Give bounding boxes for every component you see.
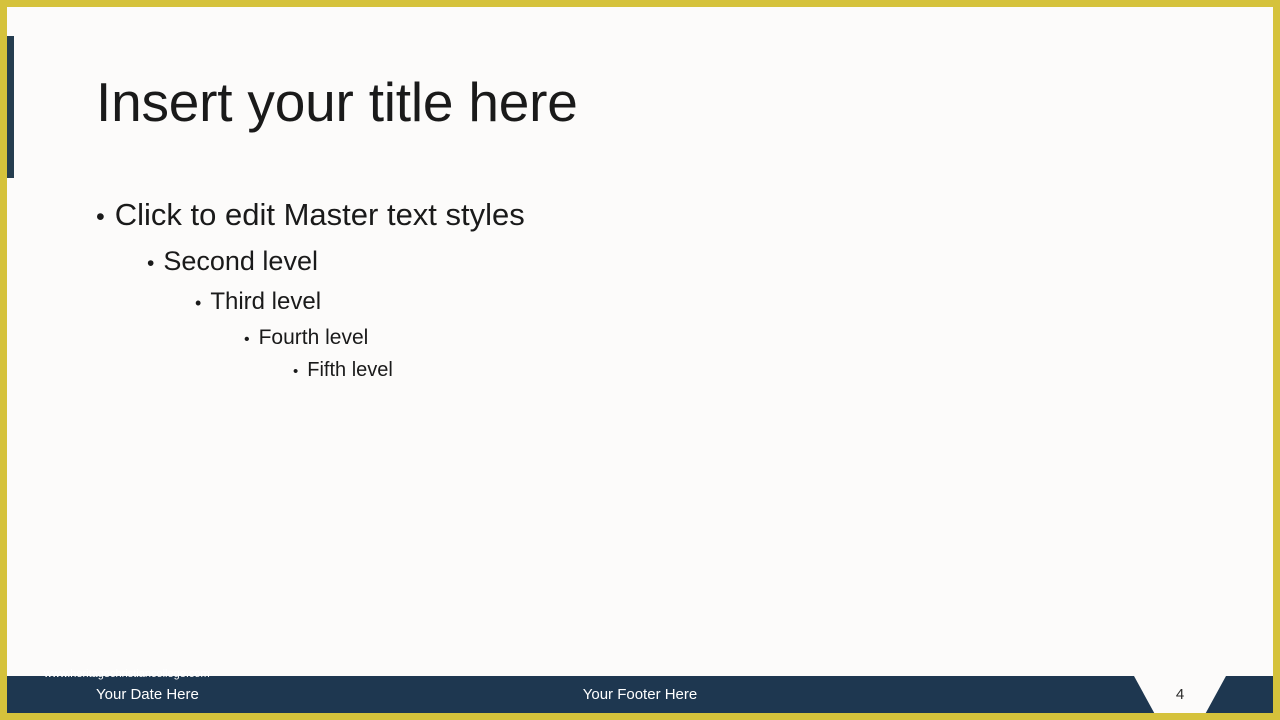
bullet-dot-icon: • [96,203,105,231]
bullet-level-5-label: Fifth level [307,359,393,381]
page-number-placeholder[interactable]: 4 [1134,676,1226,713]
slide-canvas: Insert your title here • Click to edit M… [0,0,1280,720]
bullet-level-3[interactable]: • Third level [195,288,1146,316]
body-text-placeholder[interactable]: • Click to edit Master text styles • Sec… [96,197,1146,382]
bullet-level-2[interactable]: • Second level [147,246,1146,277]
slide-content-area: Insert your title here • Click to edit M… [7,7,1273,713]
left-accent-bar [7,36,14,178]
bullet-level-3-label: Third level [210,288,322,315]
bullet-level-4[interactable]: • Fourth level [244,326,1146,350]
bullet-level-4-label: Fourth level [258,326,369,349]
bullet-level-5[interactable]: • Fifth level [293,359,1146,382]
slide-footer-bar: www.heritagechristiancollege.com Your Da… [7,668,1273,713]
footer-text-placeholder[interactable]: Your Footer Here [7,676,1273,713]
bullet-dot-icon: • [244,331,250,348]
bullet-dot-icon: • [147,252,155,275]
bullet-dot-icon: • [195,293,202,313]
bullet-level-2-label: Second level [163,246,318,276]
bullet-dot-icon: • [293,363,299,380]
bullet-level-1[interactable]: • Click to edit Master text styles [96,197,1146,233]
slide-title-placeholder[interactable]: Insert your title here [96,71,1096,134]
bullet-level-1-label: Click to edit Master text styles [114,197,525,232]
